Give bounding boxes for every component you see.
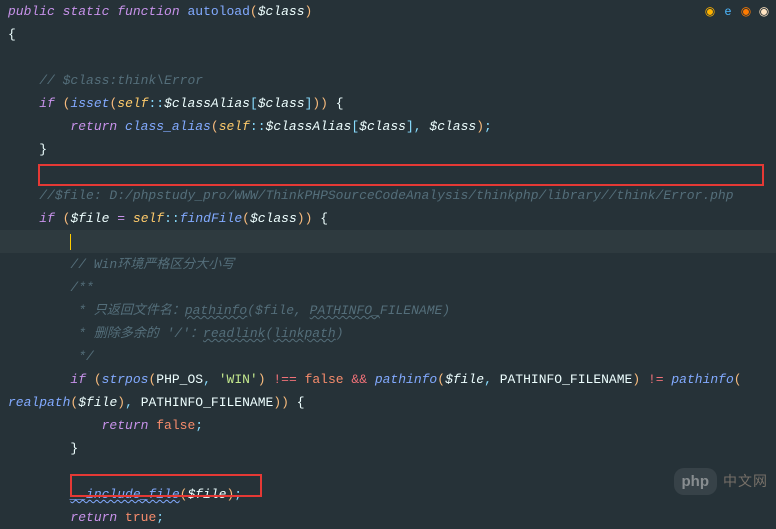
code-line-17: return false; bbox=[8, 414, 776, 437]
firefox-dev-icon: ◉ bbox=[756, 4, 772, 20]
code-line-15: if (strpos(PHP_OS, 'WIN') !== false && p… bbox=[8, 368, 776, 391]
code-line-3: // $class:think\Error bbox=[8, 69, 776, 92]
code-line-18: } bbox=[8, 437, 776, 460]
text-cursor bbox=[70, 234, 71, 250]
code-line-2: { bbox=[8, 23, 776, 46]
keyword-public: public bbox=[8, 4, 55, 19]
comment-file-path: //$file: D:/phpstudy_pro/WWW/ThinkPHPSou… bbox=[39, 188, 733, 203]
code-line-14: */ bbox=[8, 345, 776, 368]
watermark: php 中文网 bbox=[674, 468, 769, 495]
code-line-6: } bbox=[8, 138, 776, 161]
code-line-7: //$file: D:/phpstudy_pro/WWW/ThinkPHPSou… bbox=[8, 184, 776, 207]
code-line-12: * 只返回文件名：pathinfo($file, PATHINFO_FILENA… bbox=[8, 299, 776, 322]
watermark-text: 中文网 bbox=[723, 470, 768, 493]
function-name: autoload bbox=[187, 4, 249, 19]
comment-class-think: // $class:think\Error bbox=[39, 73, 203, 88]
keyword-static: static bbox=[63, 4, 110, 19]
code-line-blank bbox=[8, 46, 776, 69]
code-line-4: if (isset(self::$classAlias[$class])) { bbox=[8, 92, 776, 115]
fn-include-file: __include_file bbox=[70, 487, 179, 502]
edge-icon: e bbox=[720, 4, 736, 20]
code-line-blank3 bbox=[8, 460, 776, 483]
code-line-11: /** bbox=[8, 276, 776, 299]
code-line-5: return class_alias(self::$classAlias[$cl… bbox=[8, 115, 776, 138]
code-line-16: realpath($file), PATHINFO_FILENAME)) { bbox=[8, 391, 776, 414]
browser-icons-tray: ◉ e ◉ ◉ bbox=[702, 4, 772, 20]
code-line-blank2 bbox=[8, 161, 776, 184]
code-line-20: __include_file($file); bbox=[8, 483, 776, 506]
chrome-icon: ◉ bbox=[702, 4, 718, 20]
param-class: $class bbox=[258, 4, 305, 19]
watermark-badge: php bbox=[674, 468, 718, 495]
comment-win: // Win环境严格区分大小写 bbox=[70, 257, 234, 272]
code-line-8: if ($file = self::findFile($class)) { bbox=[8, 207, 776, 230]
code-line-13: * 删除多余的 '/'：readlink(linkpath) bbox=[8, 322, 776, 345]
code-line-10: // Win环境严格区分大小写 bbox=[8, 253, 776, 276]
firefox-icon: ◉ bbox=[738, 4, 754, 20]
code-line-1: public static function autoload($class) bbox=[8, 0, 776, 23]
code-line-cursor bbox=[0, 230, 776, 253]
code-line-21: return true; bbox=[8, 506, 776, 529]
keyword-function: function bbox=[117, 4, 179, 19]
